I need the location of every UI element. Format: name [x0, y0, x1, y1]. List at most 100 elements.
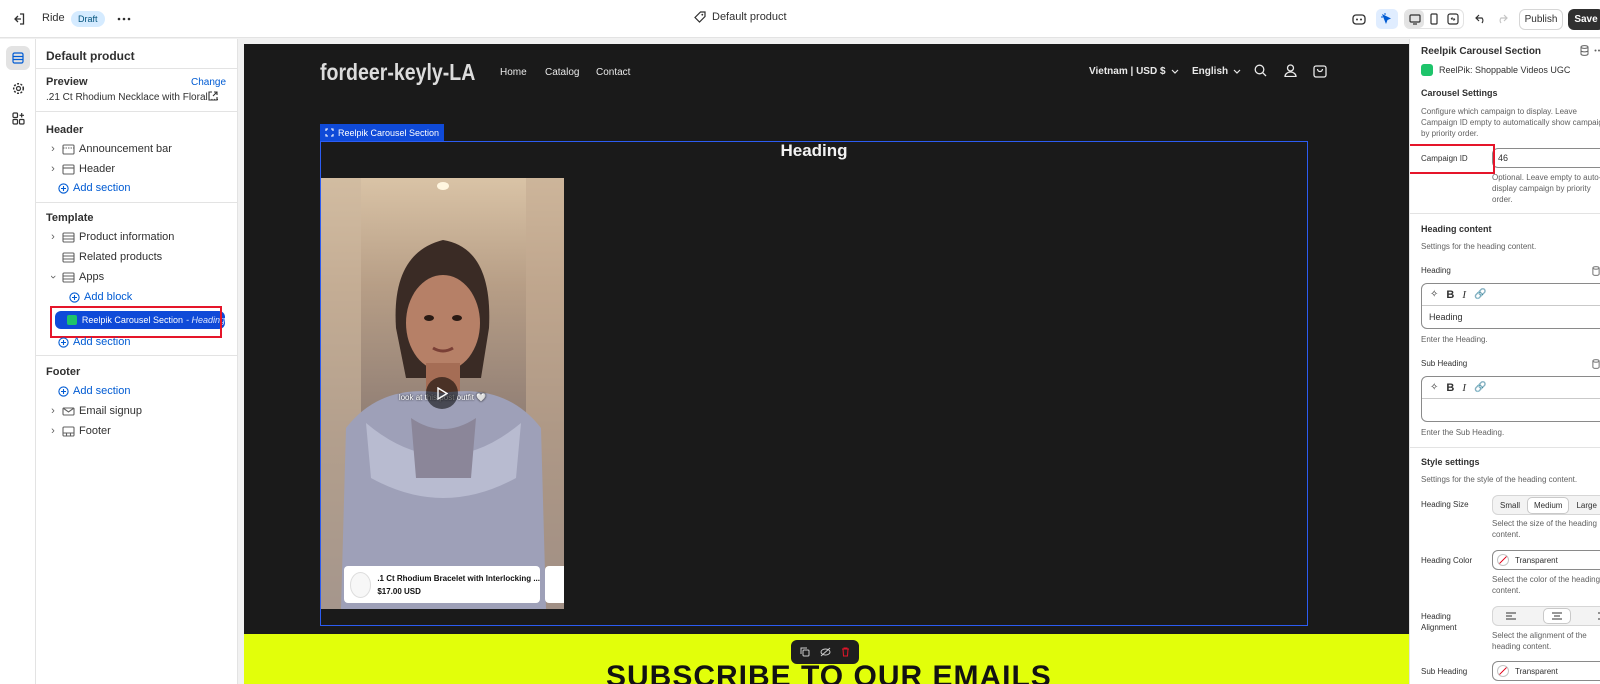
- product-tag-card[interactable]: .1 Ct Rhodium Bracelet with Interlocking…: [344, 566, 540, 603]
- video-card[interactable]: look at this post outfit 🤍 .1 Ct Rhodium…: [321, 178, 564, 609]
- campaign-id-input[interactable]: [1492, 148, 1600, 168]
- heading-color-picker[interactable]: Transparent: [1492, 550, 1600, 570]
- size-option-medium-selected[interactable]: Medium: [1527, 496, 1570, 514]
- heading-dynamic-source-button[interactable]: [1592, 266, 1600, 276]
- mobile-view-button[interactable]: [1424, 10, 1443, 28]
- ai-assist-button[interactable]: [1350, 10, 1368, 28]
- section-item-announcement-bar[interactable]: › Announcement bar: [46, 139, 230, 159]
- richtext-toolbar: ✧ B I 🔗: [1422, 284, 1600, 306]
- section-item-label: Apps: [79, 271, 105, 283]
- footer-layout-icon: [62, 425, 75, 437]
- duplicate-section-button[interactable]: [800, 647, 810, 657]
- divider: [1410, 447, 1600, 448]
- play-icon: [437, 386, 448, 400]
- section-item-product-information[interactable]: › Product information: [46, 227, 230, 247]
- italic-button[interactable]: I: [1462, 289, 1466, 301]
- hide-section-button[interactable]: [820, 647, 831, 657]
- italic-button[interactable]: I: [1462, 382, 1466, 394]
- section-item-email-signup[interactable]: › Email signup: [46, 401, 230, 421]
- language-selector[interactable]: English: [1192, 66, 1241, 77]
- section-item-apps[interactable]: › Apps: [46, 267, 230, 287]
- section-item-related-products[interactable]: Related products: [46, 247, 230, 267]
- plus-circle-icon: [58, 336, 69, 348]
- heading-color-help: Select the color of the heading content.: [1492, 575, 1600, 595]
- inspect-cursor-icon: [1381, 13, 1391, 24]
- currency-selector[interactable]: Vietnam | USD $: [1089, 66, 1179, 77]
- link-button[interactable]: 🔗: [1474, 382, 1486, 393]
- nav-link-catalog[interactable]: Catalog: [545, 67, 579, 78]
- nav-link-home[interactable]: Home: [500, 67, 527, 78]
- section-item-header[interactable]: › Header: [46, 159, 230, 179]
- store-account-button[interactable]: [1284, 64, 1297, 77]
- template-add-section-button[interactable]: Add section: [58, 332, 242, 352]
- section-tag-reelpik[interactable]: Reelpik Carousel Section: [320, 124, 445, 141]
- database-icon: [1592, 359, 1600, 369]
- section-item-label: Footer: [79, 425, 111, 437]
- sub-heading-richtext-editor[interactable]: ✧ B I 🔗: [1421, 376, 1600, 422]
- size-option-large[interactable]: Large: [1569, 501, 1600, 510]
- header-group-title: Header: [46, 124, 84, 136]
- currency-value: Vietnam | USD $: [1089, 66, 1166, 77]
- theme-settings-nav-button[interactable]: [6, 76, 30, 100]
- change-preview-link[interactable]: Change: [191, 77, 226, 88]
- exit-button[interactable]: [10, 10, 28, 28]
- plus-circle-icon: [58, 182, 69, 194]
- app-source-link[interactable]: ReelPik: Shoppable Videos UGC: [1421, 64, 1570, 76]
- heading-richtext-editor[interactable]: ✧ B I 🔗 Heading: [1421, 283, 1600, 329]
- link-button[interactable]: 🔗: [1474, 289, 1486, 300]
- divider: [1410, 213, 1600, 214]
- fullwidth-view-button[interactable]: [1444, 10, 1463, 28]
- bold-button[interactable]: B: [1446, 382, 1454, 394]
- store-cart-button[interactable]: [1313, 64, 1327, 78]
- template-selector[interactable]: Default product: [694, 11, 787, 23]
- external-link-icon: [208, 91, 218, 101]
- header-add-section-button[interactable]: Add section: [58, 178, 242, 198]
- redo-button[interactable]: [1493, 10, 1511, 28]
- section-layout-icon: [62, 271, 75, 283]
- apps-nav-button[interactable]: [6, 106, 30, 130]
- bold-button[interactable]: B: [1446, 289, 1454, 301]
- nav-link-contact[interactable]: Contact: [596, 67, 630, 78]
- publish-button[interactable]: Publish: [1519, 9, 1563, 30]
- inspector-toggle-button[interactable]: [1376, 9, 1398, 29]
- section-item-label: Email signup: [79, 405, 142, 417]
- trash-icon: [842, 647, 849, 657]
- divider: [36, 202, 238, 203]
- heading-alignment-label: Heading Alignment: [1421, 612, 1457, 632]
- open-preview-button[interactable]: [208, 91, 218, 101]
- more-actions-button[interactable]: [115, 10, 133, 28]
- section-item-label: Announcement bar: [79, 143, 172, 155]
- delete-section-button[interactable]: [841, 647, 850, 657]
- add-section-label: Add section: [73, 385, 131, 397]
- divider: [36, 111, 238, 112]
- sub-heading-color-picker[interactable]: Transparent: [1492, 661, 1600, 681]
- chevron-right-icon: ›: [51, 425, 55, 437]
- desktop-icon: [1409, 13, 1421, 25]
- account-icon: [1284, 64, 1297, 77]
- section-item-footer[interactable]: › Footer: [46, 421, 230, 441]
- align-left-button[interactable]: [1506, 612, 1517, 620]
- video-play-button[interactable]: [426, 377, 458, 409]
- theme-name[interactable]: Ride: [42, 12, 65, 24]
- ai-generate-icon[interactable]: ✧: [1430, 289, 1438, 300]
- section-more-button[interactable]: [1594, 49, 1600, 52]
- footer-add-section-button[interactable]: Add section: [58, 381, 242, 401]
- desktop-view-button[interactable]: [1405, 10, 1425, 28]
- heading-color-value: Transparent: [1515, 555, 1558, 565]
- ai-generate-icon[interactable]: ✧: [1430, 382, 1438, 393]
- store-preview-canvas: fordeer-keyly-LA Home Catalog Contact Vi…: [244, 44, 1409, 684]
- sections-nav-button[interactable]: [6, 46, 30, 70]
- undo-button[interactable]: [1472, 10, 1490, 28]
- size-option-small[interactable]: Small: [1493, 501, 1527, 510]
- app-blocks-icon: [11, 111, 25, 125]
- next-product-card-peek[interactable]: [545, 566, 564, 603]
- store-logo[interactable]: fordeer-keyly-LA: [320, 59, 475, 86]
- plus-circle-icon: [69, 291, 80, 303]
- align-center-button[interactable]: [1542, 608, 1571, 624]
- section-database-button[interactable]: [1580, 45, 1589, 56]
- sub-heading-dynamic-source-button[interactable]: [1592, 359, 1600, 369]
- store-search-button[interactable]: [1254, 64, 1267, 77]
- add-block-button[interactable]: Add block: [69, 287, 209, 307]
- chevron-right-icon: ›: [51, 163, 55, 175]
- save-button[interactable]: Save: [1568, 9, 1600, 30]
